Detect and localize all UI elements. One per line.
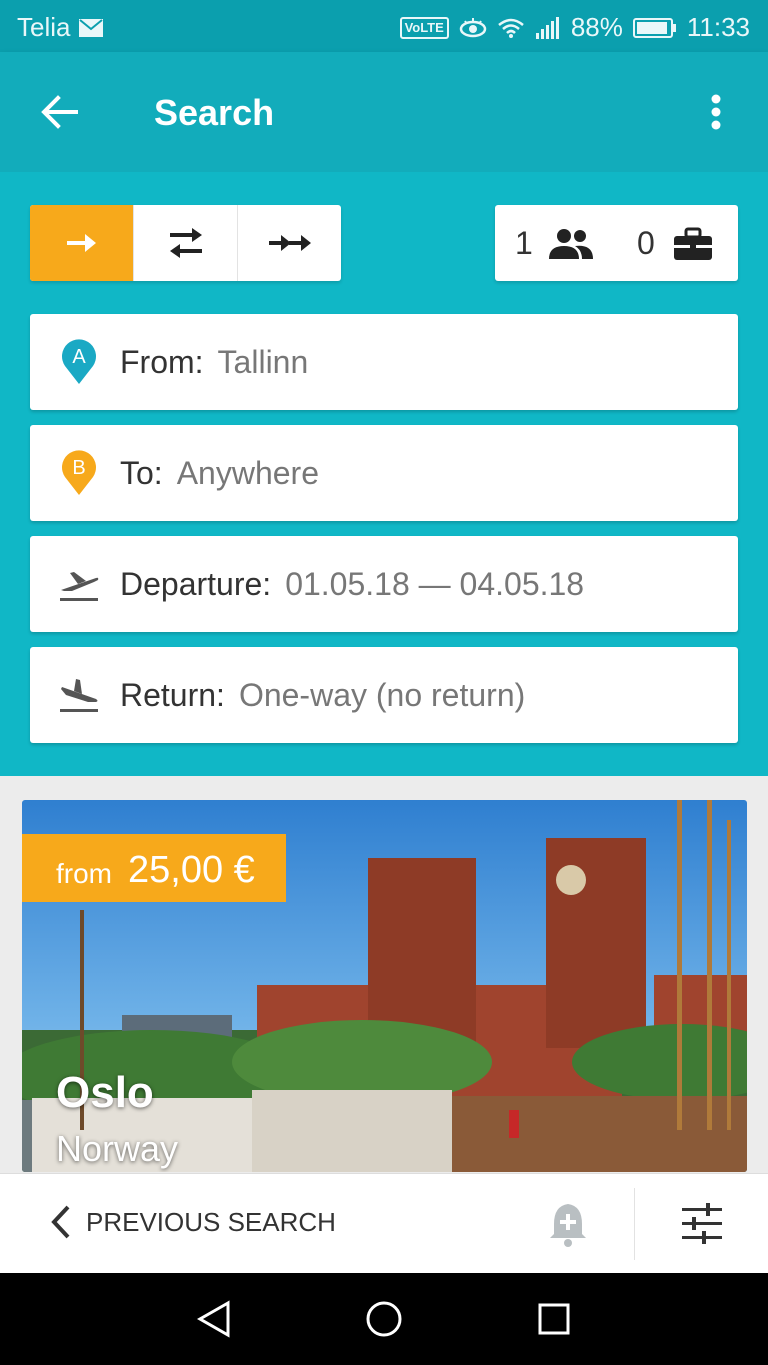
back-button[interactable] xyxy=(38,90,82,134)
search-panel: 1 0 A From: Tallinn B To: Anywhere Departu… xyxy=(0,172,768,776)
destination-country: Norway xyxy=(56,1128,179,1169)
page-title: Search xyxy=(154,92,275,133)
from-value: Tallinn xyxy=(217,344,309,380)
divider xyxy=(634,1188,635,1260)
tune-icon xyxy=(682,1203,722,1244)
pin-b-icon: B xyxy=(62,450,96,495)
price-amount: 25,00 € xyxy=(128,849,255,891)
return-value: One-way (no return) xyxy=(238,677,526,713)
from-field[interactable]: A From: Tallinn xyxy=(30,314,738,410)
bell-add-icon xyxy=(550,1204,586,1247)
briefcase-icon xyxy=(674,227,712,260)
system-nav-bar xyxy=(0,1273,768,1365)
trip-type-multi-city[interactable] xyxy=(237,205,341,281)
return-field[interactable]: Return: One-way (no return) xyxy=(30,647,738,743)
volte-badge: VoLTE xyxy=(399,16,449,39)
filters-button[interactable] xyxy=(680,1202,724,1246)
nav-recents-button[interactable] xyxy=(534,1299,574,1339)
status-bar: Telia VoLTE 88% 11:33 xyxy=(0,0,768,52)
svg-text:A: A xyxy=(72,346,86,368)
destination-card[interactable]: from 25,00 € Oslo Norway xyxy=(22,800,747,1172)
pin-a-icon: A xyxy=(62,339,96,384)
clock: 11:33 xyxy=(686,12,750,42)
square-recents-icon xyxy=(538,1303,570,1335)
departure-value: 01.05.18 — 04.05.18 xyxy=(285,566,585,602)
carrier-name: Telia xyxy=(17,12,71,42)
bag-count: 0 xyxy=(637,225,655,261)
overflow-menu-button[interactable] xyxy=(700,92,732,136)
circle-home-icon xyxy=(366,1301,402,1337)
return-label: Return: xyxy=(120,677,225,713)
triangle-back-icon xyxy=(196,1300,230,1338)
departure-label: Departure: xyxy=(120,566,272,602)
price-from-label: from xyxy=(56,858,112,889)
mail-icon xyxy=(79,18,104,37)
return-arrows-icon xyxy=(169,228,202,258)
from-label: From: xyxy=(120,344,204,380)
passengers-bags-selector[interactable]: 1 0 xyxy=(495,205,738,281)
battery-icon xyxy=(632,17,676,38)
to-value: Anywhere xyxy=(176,455,319,491)
to-label: To: xyxy=(120,455,163,491)
previous-search-button[interactable]: PREVIOUS SEARCH xyxy=(48,1204,336,1240)
nav-back-button[interactable] xyxy=(194,1299,234,1339)
destination-city: Oslo xyxy=(56,1068,154,1117)
previous-search-label: PREVIOUS SEARCH xyxy=(86,1206,336,1237)
eye-icon xyxy=(459,17,487,37)
one-way-arrow-icon xyxy=(66,234,96,252)
price-alert-button[interactable] xyxy=(546,1200,590,1248)
bottom-action-bar: PREVIOUS SEARCH xyxy=(0,1173,768,1274)
passengers-icon xyxy=(549,229,593,259)
trip-type-return[interactable] xyxy=(133,205,237,281)
svg-text:B: B xyxy=(72,457,85,479)
wifi-icon xyxy=(498,18,524,38)
passenger-count: 1 xyxy=(515,225,533,261)
chevron-left-icon xyxy=(51,1205,70,1239)
app-bar: Search xyxy=(0,52,768,172)
battery-percent: 88% xyxy=(570,12,623,42)
nav-home-button[interactable] xyxy=(364,1299,404,1339)
multi-city-arrows-icon xyxy=(268,235,311,251)
trip-type-one-way[interactable] xyxy=(30,205,133,281)
arrow-back-icon xyxy=(41,95,78,129)
to-field[interactable]: B To: Anywhere xyxy=(30,425,738,521)
more-vert-icon xyxy=(711,94,721,130)
trip-type-selector xyxy=(30,205,341,281)
plane-takeoff-icon xyxy=(60,572,99,601)
price-badge: from 25,00 € xyxy=(22,834,286,902)
plane-landing-icon xyxy=(60,679,98,712)
departure-field[interactable]: Departure: 01.05.18 — 04.05.18 xyxy=(30,536,738,632)
signal-icon xyxy=(535,16,559,39)
